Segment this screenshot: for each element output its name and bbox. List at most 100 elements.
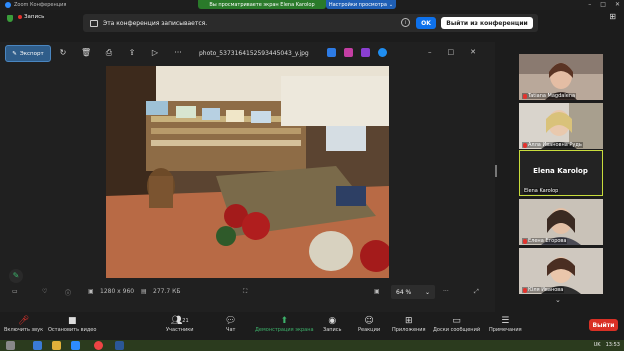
zoom-taskbar-icon[interactable] [71,341,80,350]
record-label: Запись [323,327,342,333]
notes-button[interactable]: ☰ Примечания [489,315,522,333]
app-shortcuts [327,48,387,57]
favorite-heart-icon[interactable]: ♡ [42,288,47,295]
participant-name-tag: Elena Karolop [523,188,560,194]
participant-tile[interactable]: Tatiana Magdalena [519,54,603,100]
filmstrip-icon[interactable]: ▭ [12,288,18,295]
panel-resize-handle[interactable] [495,165,497,177]
leave-button[interactable]: Выйти [589,319,618,331]
zoom-window: Zoom Конференция Вы просматриваете экран… [0,0,624,351]
language-indicator[interactable]: UK [594,342,601,348]
active-speaker-name: Elena Karolop [533,167,588,175]
whiteboards-label: Доски сообщений [433,327,481,333]
whiteboards-button[interactable]: ▭ Доски сообщений [433,315,480,333]
close-icon[interactable]: ✕ [615,1,620,8]
taskbar-app-icon[interactable] [52,341,61,350]
edit-icon: ✎ [12,50,17,57]
slideshow-icon[interactable]: ▷ [150,48,160,57]
fit-to-window-icon[interactable]: ⛶ [243,288,247,296]
participant-name: Elena Karolop [524,188,559,194]
mic-muted-icon [523,238,527,244]
info-icon[interactable]: i [401,18,410,27]
participant-name: Tatiana Magdalena [528,93,576,99]
ok-button[interactable]: OK [416,17,436,29]
photos-app-icon[interactable] [327,48,336,57]
share-screen-button[interactable]: ⬆ Демонстрация экрана [255,315,314,333]
viewer-close-icon[interactable]: ✕ [470,48,476,56]
recording-notice-icon [90,19,98,27]
chevron-down-icon: ⌄ [388,1,394,8]
participants-button[interactable]: 👥︎ 21 Участники [166,315,194,333]
rotate-icon[interactable]: ↻ [58,48,68,57]
reactions-button[interactable]: ☺ Реакции [358,315,380,333]
screen-share-status[interactable]: Вы просматриваете экран Elena Karolop [198,0,326,9]
gallery-view-icon[interactable]: ⊞ [609,12,616,21]
share-status-text: Вы просматриваете экран Elena Karolop [209,1,315,8]
participant-name-tag: Юля Иванова [522,287,565,293]
mic-muted-icon: 🎤︎ [17,316,30,326]
unmute-button[interactable]: 🎤︎ Включить звук [4,315,43,333]
recording-indicator[interactable]: Запись [18,14,44,20]
zoom-level-select[interactable]: 64 % ⌄ [391,285,435,299]
record-button[interactable]: ◉ Запись [323,315,341,333]
participant-tile[interactable]: Алла Ивановна Рудь [519,103,603,149]
chat-bubble-icon: 💬︎ [225,316,237,326]
chat-label: Чат [226,327,236,333]
viewer-toolbar: ✎ Экспорт ↻ 🗑 ⎙ ⇪ ▷ ··· photo_5373164152… [0,42,495,66]
mic-muted-icon [523,287,527,293]
participant-tile[interactable]: Елена Егорова [519,199,603,245]
active-speaker-tile[interactable]: Elena Karolop Elena Karolop [519,150,603,196]
actual-size-icon[interactable]: ▣ [374,288,380,295]
viewer-minimize-icon[interactable]: – [428,48,432,56]
designer-icon[interactable] [361,48,370,57]
view-settings-label: Настройки просмотра [328,1,387,8]
storage-icon: ▤ [141,288,147,295]
file-size: 277.7 КБ [153,288,181,295]
word-taskbar-icon[interactable] [115,341,124,350]
annotate-pencil-icon[interactable]: ✎ [9,269,23,283]
stop-video-button[interactable]: ■ Остановить видео [48,315,96,333]
fullscreen-icon[interactable]: ⤢ [474,288,479,296]
shop-photo [106,66,389,278]
apps-button[interactable]: ⊞ Приложения [392,315,426,333]
scroll-down-icon[interactable]: ⌄ [555,296,561,304]
zoom-level: 64 % [396,288,412,296]
viewer-maximize-icon[interactable]: □ [448,48,455,56]
view-settings-button[interactable]: Настройки просмотра ⌄ [326,0,396,9]
viewer-status-bar: ▭ ♡ ⓘ ▣ 1280 x 960 ▤ 277.7 КБ ⛶ ▣ 64 % ⌄… [0,282,495,304]
stop-video-label: Остановить видео [48,327,97,333]
start-icon[interactable] [6,341,15,350]
delete-icon[interactable]: 🗑 [81,48,91,57]
chat-button[interactable]: 💬︎ Чат [225,315,236,333]
whiteboard-icon: ▭ [452,316,461,326]
share-screen-label: Демонстрация экрана [255,327,314,333]
viewer-more-icon[interactable]: ··· [443,288,449,295]
security-shield-icon[interactable] [7,15,13,22]
system-tray: UK 13:53 [594,342,620,348]
participant-tile[interactable]: Юля Иванова [519,248,603,294]
file-info-icon[interactable]: ⓘ [65,288,71,297]
clipchamp-icon[interactable] [344,48,353,57]
app-title: Zoom Конференция [5,2,66,8]
print-icon[interactable]: ⎙ [104,48,114,58]
apps-label: Приложения [392,327,426,333]
notes-label: Примечания [489,327,522,333]
minimize-icon[interactable]: – [588,1,591,8]
video-camera-icon: ■ [67,316,77,326]
participant-name: Алла Ивановна Рудь [528,142,582,148]
onedrive-icon[interactable] [378,48,387,57]
maximize-icon[interactable]: □ [600,1,606,8]
browser-taskbar-icon[interactable] [94,341,103,350]
leave-meeting-button[interactable]: Выйти из конференции [441,17,533,29]
taskbar-app-icon[interactable] [33,341,42,350]
more-icon[interactable]: ··· [173,48,183,57]
viewer-window-controls: – □ ✕ [428,48,476,56]
share-icon[interactable]: ⇪ [127,48,137,57]
edit-button[interactable]: ✎ Экспорт [5,45,51,62]
clock[interactable]: 13:53 [606,342,620,348]
dimensions-icon: ▣ [88,288,94,295]
reactions-label: Реакции [358,327,381,333]
edit-label: Экспорт [19,50,44,57]
participant-video-strip: Tatiana Magdalena Алла Ивановна Рудь Ele… [519,52,603,312]
recording-notice: Эта конференция записывается. i OK Выйти… [83,14,538,32]
